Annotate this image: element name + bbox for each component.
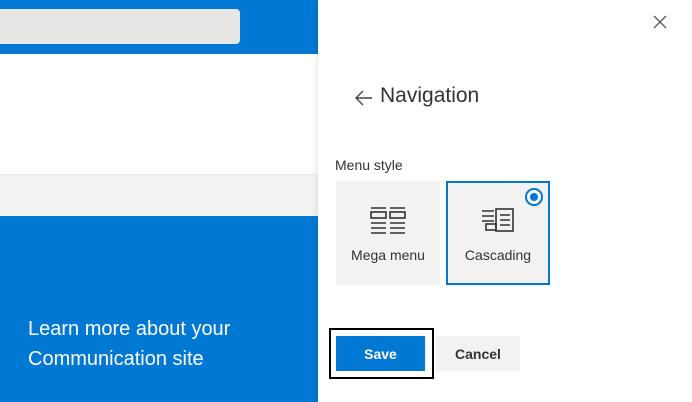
back-arrow-icon[interactable] bbox=[352, 86, 376, 110]
hero-banner: Learn more about your Communication site bbox=[0, 216, 318, 402]
site-nav-strip bbox=[0, 174, 318, 216]
selected-radio[interactable] bbox=[525, 188, 543, 206]
close-icon[interactable] bbox=[650, 12, 670, 32]
cascading-option[interactable]: Cascading bbox=[446, 181, 550, 285]
cancel-button[interactable]: Cancel bbox=[436, 336, 520, 371]
mega-menu-option[interactable]: Mega menu bbox=[336, 181, 440, 285]
save-button[interactable]: Save bbox=[336, 336, 425, 371]
cascading-icon bbox=[448, 207, 548, 241]
hero-text: Learn more about your Communication site bbox=[28, 318, 231, 370]
background-site: Learn more about your Communication site bbox=[0, 0, 318, 402]
menu-style-label: Menu style bbox=[335, 157, 403, 173]
site-content-area bbox=[0, 54, 318, 174]
site-header-bar bbox=[0, 0, 318, 54]
search-box[interactable] bbox=[0, 9, 240, 44]
cascading-label: Cascading bbox=[464, 247, 532, 263]
mega-menu-label: Mega menu bbox=[351, 247, 425, 263]
mega-menu-icon bbox=[336, 205, 440, 239]
panel-title: Navigation bbox=[380, 84, 480, 107]
navigation-panel: Navigation Menu style Mega menu Cascadin… bbox=[318, 0, 692, 402]
